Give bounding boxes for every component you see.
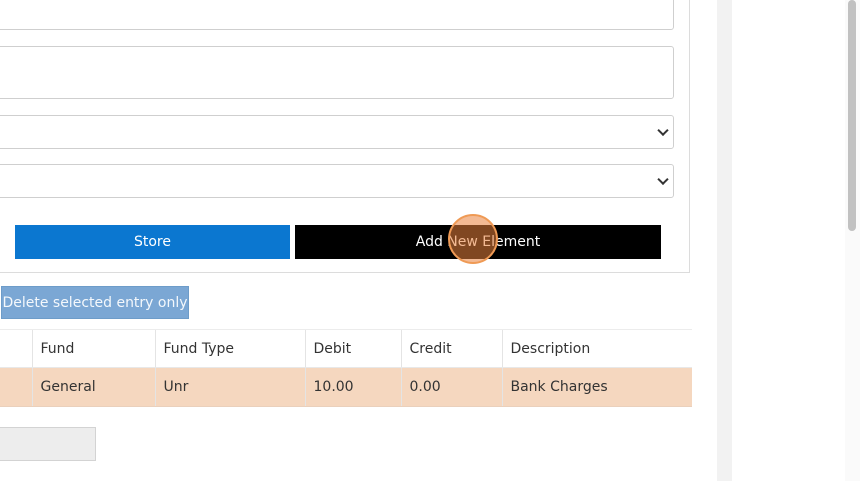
notes-textarea[interactable] (0, 46, 674, 99)
credit-cell: 0.00 (400, 367, 502, 407)
row-select-cell[interactable] (0, 367, 32, 407)
fund-type-cell: Unr (154, 367, 305, 407)
column-header-description: Description (501, 329, 692, 368)
add-new-element-button[interactable]: Add New Element (295, 225, 661, 259)
secondary-action-button[interactable] (0, 427, 96, 461)
store-button[interactable]: Store (15, 225, 290, 259)
description-cell: Bank Charges (501, 367, 692, 407)
fund-cell: General (31, 367, 155, 407)
page-gutter (717, 0, 732, 481)
chevron-down-icon (657, 124, 669, 137)
select-column-header (0, 329, 32, 368)
memo-textarea[interactable] (0, 0, 674, 30)
chevron-down-icon (657, 173, 669, 186)
delete-selected-entry-button[interactable]: Delete selected entry only (1, 286, 189, 319)
entries-table: Fund Fund Type Debit Credit Description … (0, 329, 692, 407)
column-header-debit: Debit (304, 329, 401, 368)
fund-select[interactable] (0, 115, 674, 149)
column-header-credit: Credit (400, 329, 502, 368)
table-header-row: Fund Fund Type Debit Credit Description (0, 329, 692, 368)
debit-cell: 10.00 (304, 367, 401, 407)
fund-type-select[interactable] (0, 164, 674, 198)
table-row[interactable]: General Unr 10.00 0.00 Bank Charges (0, 367, 692, 407)
column-header-fund-type: Fund Type (154, 329, 305, 368)
scrollbar-thumb[interactable] (848, 0, 856, 231)
column-header-fund: Fund (31, 329, 155, 368)
